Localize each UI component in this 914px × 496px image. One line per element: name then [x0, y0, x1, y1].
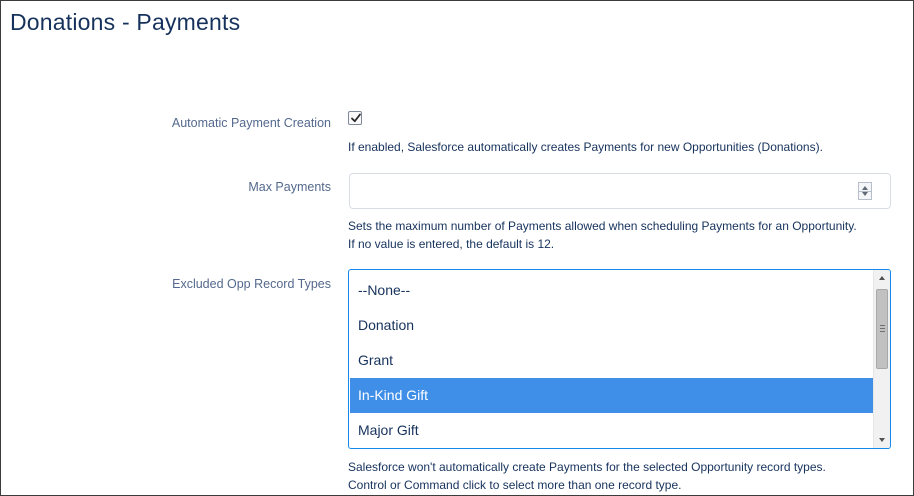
excluded-types-label: Excluded Opp Record Types [172, 277, 331, 291]
option-donation[interactable]: Donation [350, 308, 873, 343]
option-major-gift[interactable]: Major Gift [350, 413, 873, 448]
page-title: Donations - Payments [10, 9, 241, 35]
scroll-up-arrow-icon[interactable] [879, 276, 885, 280]
excluded-types-multiselect[interactable]: --None-- Donation Grant In-Kind Gift Maj… [348, 269, 891, 449]
auto-payment-help: If enabled, Salesforce automatically cre… [348, 140, 823, 154]
checkmark-icon [351, 113, 361, 123]
max-payments-help-2: If no value is entered, the default is 1… [348, 237, 555, 251]
scroll-thumb[interactable] [876, 289, 888, 369]
option-in-kind-gift[interactable]: In-Kind Gift [350, 378, 873, 413]
max-payments-input[interactable] [349, 173, 891, 209]
auto-payment-checkbox[interactable] [348, 111, 362, 125]
excluded-types-help-2: Control or Command click to select more … [348, 478, 682, 492]
spinner-down-icon[interactable] [862, 192, 868, 196]
max-payments-label: Max Payments [248, 180, 331, 194]
listbox-scrollbar[interactable] [873, 270, 890, 448]
scroll-down-arrow-icon[interactable] [879, 438, 885, 442]
option-grant[interactable]: Grant [350, 343, 873, 378]
spinner-arrows-icon[interactable] [858, 182, 872, 200]
spinner-up-icon[interactable] [862, 186, 868, 190]
option-none[interactable]: --None-- [350, 273, 873, 308]
auto-payment-label: Automatic Payment Creation [171, 116, 331, 130]
max-payments-help-1: Sets the maximum number of Payments allo… [348, 219, 857, 233]
settings-panel: Donations - Payments Automatic Payment C… [0, 0, 914, 496]
excluded-types-help-1: Salesforce won't automatically create Pa… [348, 460, 826, 474]
